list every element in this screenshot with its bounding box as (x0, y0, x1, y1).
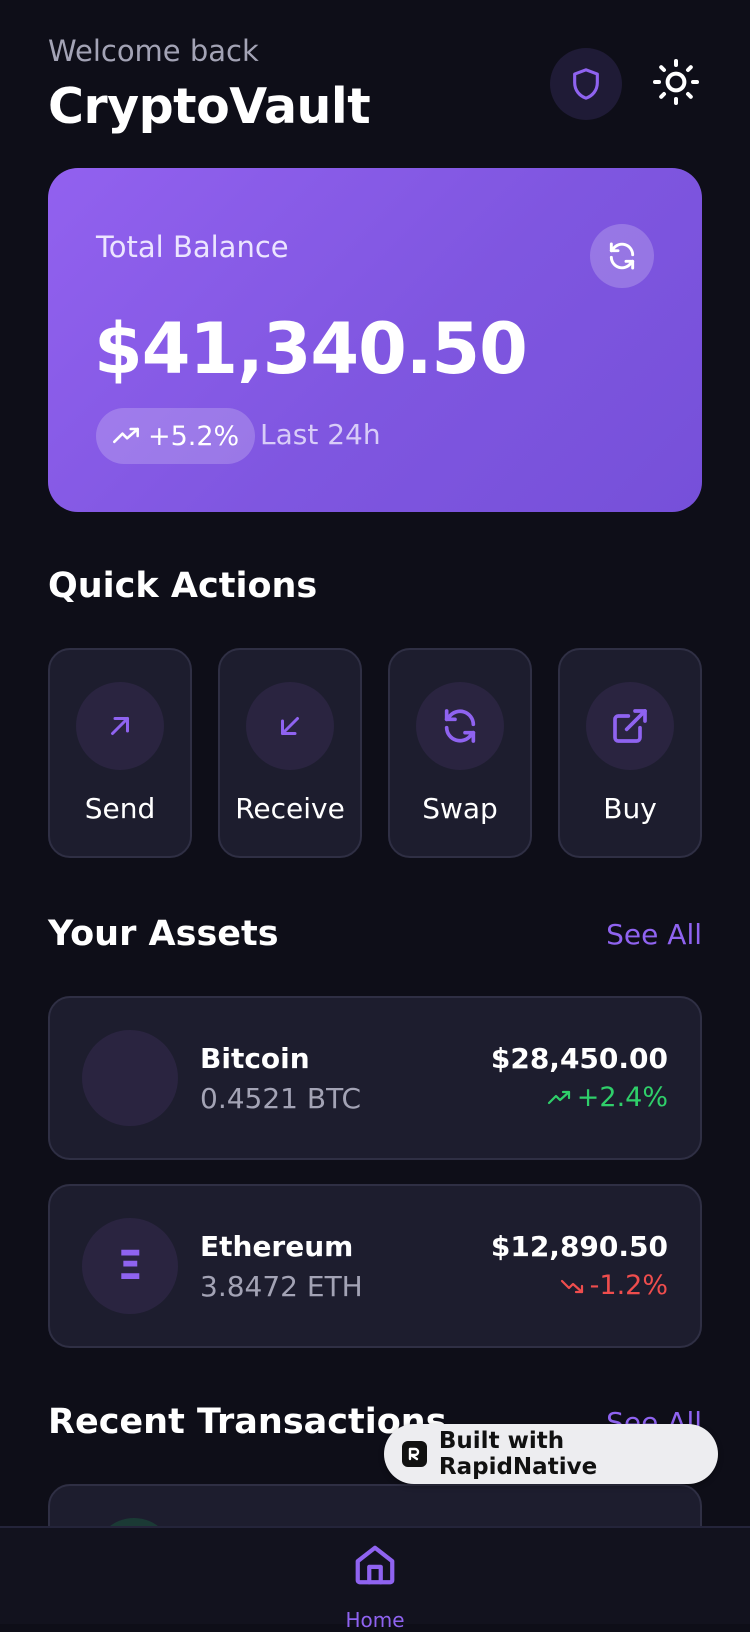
buy-label: Buy (603, 792, 657, 825)
balance-change-period: Last 24h (260, 418, 381, 451)
asset-value: $28,450.00 (490, 1042, 668, 1075)
nav-home-label: Home (345, 1608, 405, 1632)
asset-name: Ethereum (200, 1230, 354, 1263)
asset-change: +2.4% (547, 1082, 668, 1113)
asset-name: Bitcoin (200, 1042, 310, 1075)
balance-amount: $41,340.50 (94, 308, 528, 390)
receive-button[interactable]: Receive (218, 648, 362, 858)
asset-value: $12,890.50 (490, 1230, 668, 1263)
arrow-up-right-icon (76, 682, 164, 770)
quick-actions-title: Quick Actions (48, 566, 318, 606)
trending-up-icon (547, 1090, 570, 1104)
app-title: CryptoVault (48, 78, 371, 135)
transactions-title: Recent Transactions (48, 1402, 447, 1442)
quick-actions: Send Receive Swap Buy (48, 648, 702, 860)
asset-change-value: -1.2% (589, 1270, 668, 1301)
asset-change: -1.2% (560, 1270, 668, 1301)
shield-icon (573, 68, 599, 100)
send-label: Send (84, 792, 156, 825)
ethereum-icon: Ξ (82, 1218, 178, 1314)
assets-title: Your Assets (48, 914, 279, 954)
swap-label: Swap (422, 792, 498, 825)
nav-home-tab[interactable]: Home (335, 1542, 415, 1632)
balance-card: Total Balance $41,340.50 +5.2% Last 24h (48, 168, 702, 512)
refresh-icon (609, 242, 635, 270)
asset-row-ethereum[interactable]: Ξ Ethereum 3.8472 ETH $12,890.50 -1.2% (48, 1184, 702, 1348)
balance-change-value: +5.2% (148, 420, 240, 452)
home-icon (355, 1545, 395, 1585)
asset-row-bitcoin[interactable]: Bitcoin 0.4521 BTC $28,450.00 +2.4% (48, 996, 702, 1160)
built-with-badge[interactable]: Built with RapidNative (384, 1424, 718, 1484)
balance-label: Total Balance (96, 230, 289, 264)
balance-change-badge: +5.2% (96, 408, 256, 464)
bitcoin-icon (82, 1030, 178, 1126)
theme-toggle-button[interactable] (648, 54, 704, 110)
rapidnative-logo-icon (402, 1441, 427, 1467)
swap-icon (416, 682, 504, 770)
header: Welcome back CryptoVault (48, 34, 704, 135)
built-with-text: Built with RapidNative (438, 1428, 598, 1480)
arrow-down-left-icon (246, 682, 334, 770)
bottom-navigation: Home (0, 1526, 750, 1632)
receive-label: Receive (235, 792, 345, 825)
trending-down-icon (560, 1279, 583, 1293)
external-link-icon (586, 682, 674, 770)
security-button[interactable] (550, 48, 622, 120)
send-button[interactable]: Send (48, 648, 192, 858)
asset-amount: 0.4521 BTC (200, 1082, 362, 1115)
buy-button[interactable]: Buy (558, 648, 702, 858)
asset-change-value: +2.4% (576, 1082, 668, 1113)
welcome-text: Welcome back (48, 34, 259, 68)
refresh-button[interactable] (590, 224, 654, 288)
swap-button[interactable]: Swap (388, 648, 532, 858)
assets-see-all-link[interactable]: See All (606, 918, 702, 951)
sun-icon (653, 59, 699, 105)
asset-amount: 3.8472 ETH (200, 1270, 363, 1303)
trending-up-icon (113, 427, 139, 444)
